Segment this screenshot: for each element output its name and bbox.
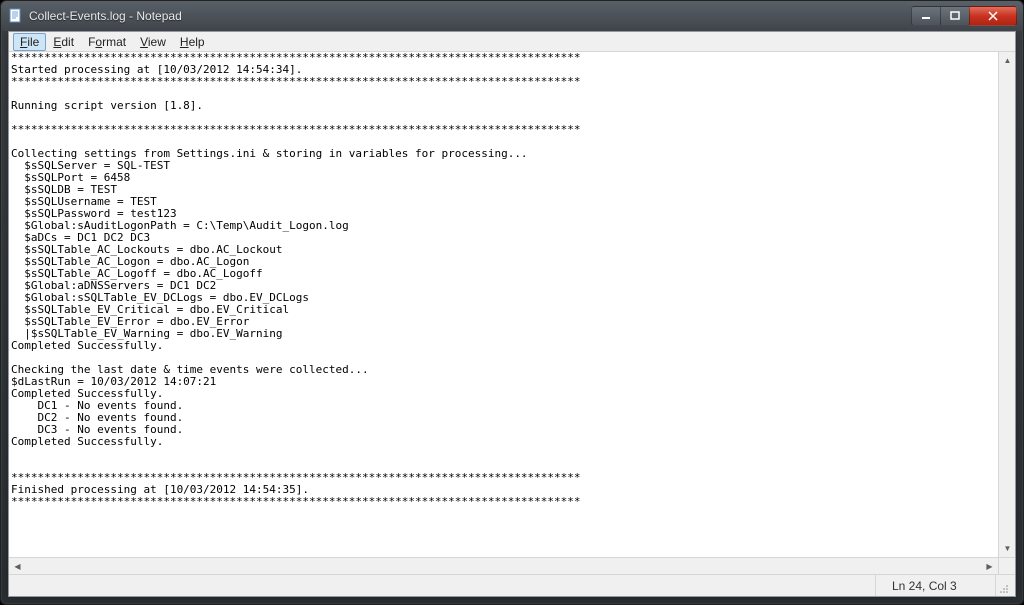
maximize-button[interactable] xyxy=(940,6,970,26)
statusbar: Ln 24, Col 3 xyxy=(9,574,1015,596)
close-button[interactable] xyxy=(969,6,1017,26)
menu-format[interactable]: Format xyxy=(81,33,133,51)
vertical-scrollbar[interactable]: ▲ ▼ xyxy=(998,52,1015,557)
resize-grip-icon[interactable] xyxy=(995,575,1011,596)
menu-edit[interactable]: Edit xyxy=(46,33,81,51)
scroll-right-icon[interactable]: ▶ xyxy=(981,558,998,574)
menu-file[interactable]: File xyxy=(13,33,46,51)
editor-wrap: ****************************************… xyxy=(9,52,1015,574)
app-window: Collect-Events.log - Notepad File Edit F… xyxy=(0,0,1024,605)
scroll-down-icon[interactable]: ▼ xyxy=(999,540,1015,557)
menu-help[interactable]: Help xyxy=(173,33,212,51)
window-title: Collect-Events.log - Notepad xyxy=(29,9,912,23)
scroll-track-h[interactable] xyxy=(26,558,981,574)
client-area: File Edit Format View Help *************… xyxy=(8,31,1016,597)
cursor-position: Ln 24, Col 3 xyxy=(875,575,995,596)
window-controls xyxy=(912,6,1017,26)
menubar: File Edit Format View Help xyxy=(9,32,1015,52)
scrollbar-corner xyxy=(998,557,1015,574)
horizontal-scrollbar[interactable]: ◀ ▶ xyxy=(9,557,998,574)
titlebar[interactable]: Collect-Events.log - Notepad xyxy=(1,1,1023,31)
menu-view[interactable]: View xyxy=(133,33,173,51)
document-text[interactable]: ****************************************… xyxy=(9,52,998,508)
text-editor[interactable]: ****************************************… xyxy=(9,52,998,557)
scroll-track-v[interactable] xyxy=(999,69,1015,540)
notepad-icon xyxy=(7,8,23,24)
scroll-left-icon[interactable]: ◀ xyxy=(9,558,26,574)
minimize-button[interactable] xyxy=(911,6,941,26)
scroll-up-icon[interactable]: ▲ xyxy=(999,52,1015,69)
